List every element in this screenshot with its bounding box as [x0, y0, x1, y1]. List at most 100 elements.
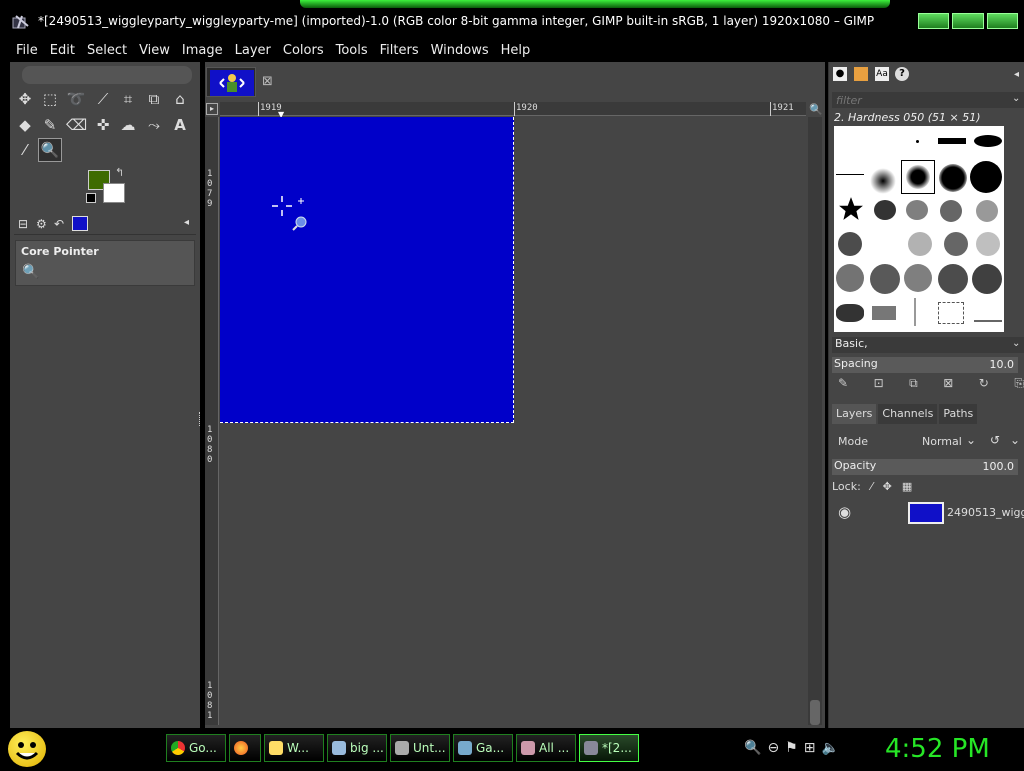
text-tool-icon[interactable]: A [170, 115, 190, 135]
taskbar-item-big[interactable]: big ... [327, 734, 387, 762]
taskbar-item-untitled[interactable]: Unt... [390, 734, 450, 762]
close-button[interactable] [986, 13, 1018, 29]
panel-resize-handle[interactable] [199, 412, 202, 426]
undo-history-tab-icon[interactable]: ↶ [54, 217, 64, 231]
device-status-tab-icon[interactable]: ⚙ [36, 217, 47, 231]
minus-circle-icon[interactable]: ⊖ [767, 740, 779, 756]
menu-file[interactable]: File [16, 43, 38, 58]
brush-item[interactable] [916, 140, 919, 143]
brush-preset-select[interactable]: Basic, [832, 337, 1024, 353]
background-color-swatch[interactable] [103, 183, 125, 203]
brush-filter-input[interactable] [832, 92, 1024, 108]
menu-help[interactable]: Help [501, 43, 531, 58]
brush-item[interactable] [874, 200, 896, 220]
taskbar-item-firefox[interactable] [229, 734, 261, 762]
brush-item[interactable] [976, 200, 998, 222]
brush-star-icon[interactable] [838, 196, 864, 222]
brush-item-selected[interactable] [901, 160, 935, 194]
opacity-slider[interactable]: Opacity 100.0 [832, 459, 1018, 475]
mode-select[interactable]: Normal [922, 435, 962, 448]
start-smiley-icon[interactable] [8, 731, 46, 767]
new-brush-icon[interactable]: ⊡ [874, 376, 884, 392]
brush-item[interactable] [944, 232, 968, 256]
smudge-tool-icon[interactable]: ☁ [118, 115, 138, 135]
gimp-app-icon[interactable] [12, 14, 32, 32]
brush-item[interactable] [838, 232, 862, 256]
tool-options-tab-icon[interactable]: ⊟ [18, 217, 28, 231]
brush-grid[interactable] [834, 126, 1004, 332]
menu-colors[interactable]: Colors [283, 43, 324, 58]
images-tab-icon[interactable] [72, 216, 88, 231]
brush-item[interactable] [906, 200, 928, 220]
search-icon[interactable]: 🔍 [744, 740, 761, 756]
patterns-tab-icon[interactable] [854, 67, 868, 81]
layer-visibility-eye-icon[interactable]: ◉ [838, 503, 851, 521]
brush-item[interactable] [974, 304, 1002, 322]
warp-tool-icon[interactable]: ⌂ [170, 89, 190, 109]
color-picker-tool-icon[interactable]: ⁄ [15, 140, 35, 160]
crop-tool-icon[interactable]: ⌗ [118, 89, 138, 109]
edit-brush-icon[interactable]: ✎ [838, 376, 848, 392]
brush-item[interactable] [970, 161, 1002, 193]
brush-item[interactable] [870, 168, 896, 194]
taskbar-item-all[interactable]: All ... [516, 734, 576, 762]
brush-item[interactable] [974, 135, 1002, 147]
quick-mask-corner-icon[interactable]: ▸ [206, 103, 218, 115]
lock-pixels-icon[interactable]: ⁄ [871, 480, 873, 493]
brush-item[interactable] [836, 264, 864, 292]
brush-item[interactable] [972, 264, 1002, 294]
menu-layer[interactable]: Layer [235, 43, 271, 58]
layer-thumbnail[interactable] [908, 502, 944, 524]
clone-tool-icon[interactable]: ✜ [93, 115, 113, 135]
brush-item[interactable] [914, 298, 916, 326]
filter-dropdown-icon[interactable]: ⌄ [1012, 93, 1020, 104]
dock-menu-icon[interactable]: ◂ [1014, 69, 1019, 80]
taskbar-clock[interactable]: 4:52 PM [885, 734, 990, 764]
lasso-tool-icon[interactable]: ➰ [66, 89, 86, 109]
mode-menu-icon[interactable]: ⌄ [1010, 433, 1020, 447]
tab-paths[interactable]: Paths [939, 404, 978, 424]
brush-item[interactable] [976, 232, 1000, 256]
delete-brush-icon[interactable]: ⊠ [943, 376, 953, 392]
help-tab-icon[interactable]: ? [895, 67, 909, 81]
rect-select-tool-icon[interactable]: ⬚ [40, 89, 60, 109]
tab-layers[interactable]: Layers [832, 404, 877, 424]
menu-image[interactable]: Image [182, 43, 223, 58]
brush-item[interactable] [939, 164, 967, 192]
zoom-image-icon[interactable]: 🔍 [809, 103, 823, 116]
brush-item[interactable] [904, 264, 932, 292]
flag-icon[interactable]: ⚑ [785, 740, 798, 756]
menu-edit[interactable]: Edit [50, 43, 75, 58]
fonts-tab-icon[interactable]: Aa [875, 67, 889, 81]
volume-icon[interactable]: 🔈 [821, 740, 838, 756]
brush-item[interactable] [836, 304, 864, 322]
open-brush-as-image-icon[interactable]: ⎘ [1014, 376, 1024, 392]
tab-channels[interactable]: Channels [878, 404, 938, 424]
brushes-tab-icon[interactable]: ● [833, 67, 847, 81]
taskbar-item-chrome[interactable]: Go... [166, 734, 226, 762]
duplicate-brush-icon[interactable]: ⧉ [909, 376, 918, 392]
taskbar-item-explorer[interactable]: W... [264, 734, 324, 762]
image-canvas[interactable] [220, 117, 514, 423]
menu-tools[interactable]: Tools [336, 43, 368, 58]
zoom-tool-icon[interactable]: 🔍 [38, 138, 62, 162]
refresh-brushes-icon[interactable]: ↻ [979, 376, 989, 392]
menu-select[interactable]: Select [87, 43, 127, 58]
move-tool-icon[interactable]: ✥ [15, 89, 35, 109]
unified-transform-tool-icon[interactable]: ⧉ [144, 89, 164, 109]
image-tab-close-icon[interactable]: ⊠ [262, 74, 273, 89]
brush-item[interactable] [908, 232, 932, 256]
bucket-fill-tool-icon[interactable]: ◆ [15, 115, 35, 135]
swap-colors-icon[interactable]: ↰ [115, 166, 124, 179]
canvas-scrollbar-thumb[interactable] [810, 700, 820, 725]
mode-dropdown-icon[interactable]: ⌄ [966, 433, 976, 447]
dock-menu-icon[interactable]: ◂ [184, 217, 189, 228]
eraser-tool-icon[interactable]: ⌫ [66, 115, 87, 135]
menu-view[interactable]: View [139, 43, 170, 58]
paintbrush-tool-icon[interactable]: ✎ [40, 115, 60, 135]
brush-item[interactable] [872, 306, 896, 320]
lock-position-icon[interactable]: ✥ [883, 480, 892, 493]
lock-alpha-icon[interactable]: ▦ [902, 480, 912, 493]
brush-item[interactable] [938, 138, 966, 144]
taskbar-item-ga[interactable]: Ga... [453, 734, 513, 762]
